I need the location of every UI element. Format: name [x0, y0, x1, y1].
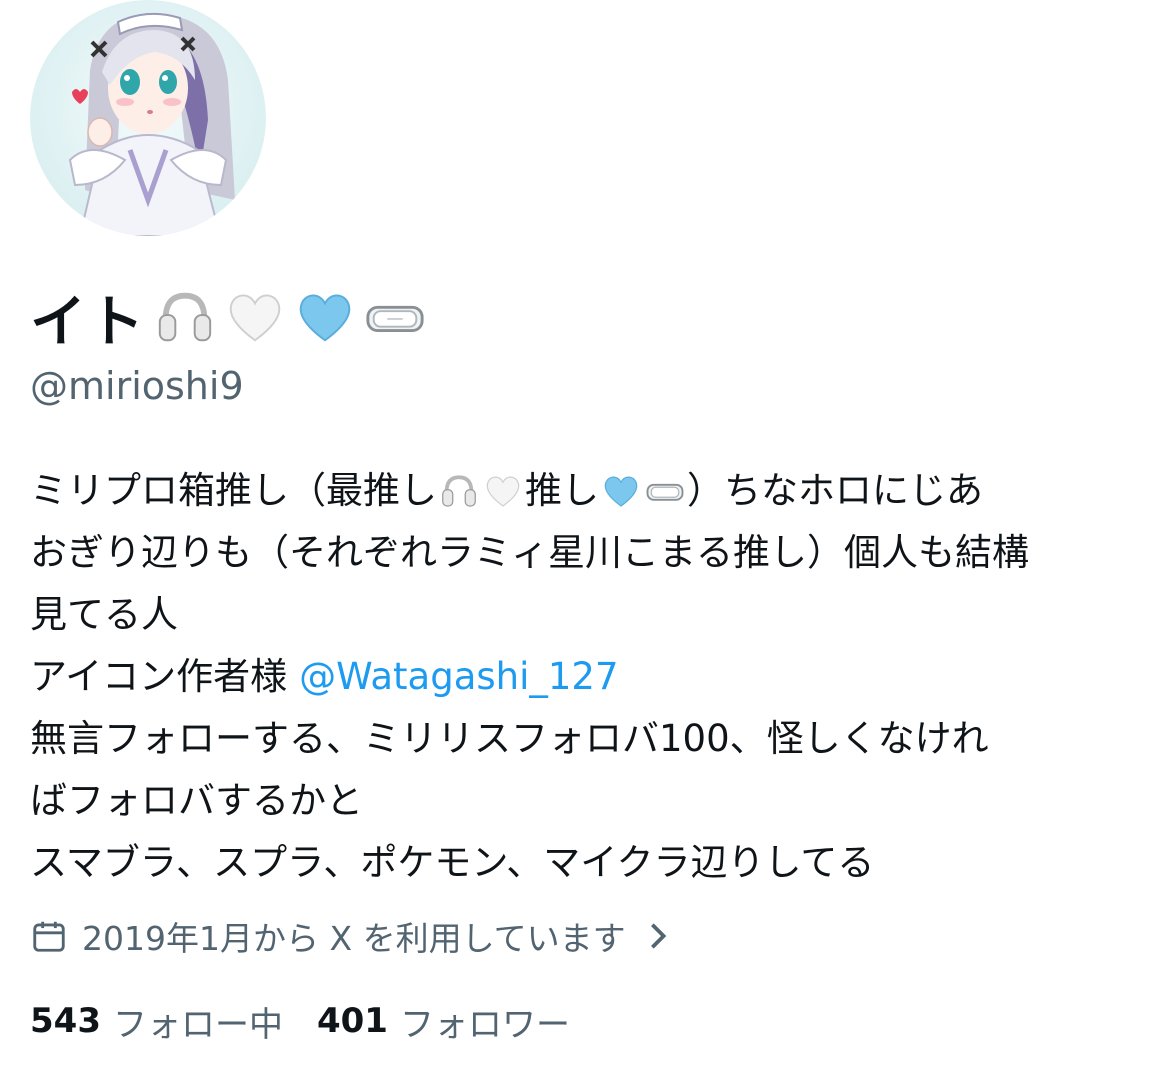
following-stat[interactable]: 543 フォロー中	[30, 997, 283, 1046]
bio-text: ）ちなホロにじあ	[687, 469, 983, 512]
bio-text: スマブラ、スプラ、ポケモン、マイクラ辺りしてる	[30, 841, 875, 884]
bio-text: おぎり辺りも（それぞれラミィ星川こまる推し）個人も結構	[30, 531, 1029, 574]
following-count: 543	[30, 1001, 101, 1041]
avatar[interactable]	[30, 0, 266, 236]
bio-line: 無言フォローする、ミリリスフォロバ100、怪しくなけれ	[30, 708, 1150, 770]
calendar-icon	[33, 921, 65, 952]
chevron-right-icon	[650, 923, 666, 949]
bio-line: アイコン作者様 @Watagashi_127	[30, 646, 1150, 708]
followers-stat[interactable]: 401 フォロワー	[317, 997, 570, 1046]
goggles-icon	[364, 286, 426, 348]
mention-link[interactable]: @Watagashi_127	[299, 646, 618, 708]
goggles-icon	[645, 471, 685, 511]
user-handle: @mirioshi9	[30, 364, 244, 408]
bio-text: 無言フォローする、ミリリスフォロバ100、怪しくなけれ	[30, 717, 989, 760]
follow-stats: 543 フォロー中 401 フォロワー	[30, 997, 604, 1046]
light-blue-heart-icon	[601, 471, 641, 511]
white-heart-icon	[224, 286, 286, 348]
bio-line: ばフォロバするかと	[30, 770, 1150, 832]
bio-line: ミリプロ箱推し（最推し 推し ）ちなホロにじあ	[30, 460, 1150, 522]
bio-line: スマブラ、スプラ、ポケモン、マイクラ辺りしてる	[30, 832, 1150, 894]
followers-label: フォロワー	[399, 1004, 570, 1045]
bio-text: ミリプロ箱推し（最推し	[30, 469, 437, 512]
display-name-row: イト	[30, 284, 426, 355]
bio-text: ばフォロバするかと	[30, 779, 363, 822]
bio-line: 見てる人	[30, 584, 1150, 646]
joined-text: 2019年1月から X を利用しています	[82, 919, 626, 958]
bio-text: 推し	[525, 469, 599, 512]
white-heart-icon	[483, 471, 523, 511]
light-blue-heart-icon	[294, 286, 356, 348]
bio: ミリプロ箱推し（最推し 推し ）ちなホロにじあ おぎり辺りも（それぞれラミィ星川…	[30, 460, 1150, 894]
display-name: イト	[30, 289, 146, 355]
bio-line: おぎり辺りも（それぞれラミィ星川こまる推し）個人も結構	[30, 522, 1150, 584]
avatar-illustration	[30, 0, 266, 236]
followers-count: 401	[316, 1001, 388, 1041]
headphones-icon	[439, 471, 479, 511]
bio-text: 見てる人	[30, 593, 178, 636]
headphones-icon	[154, 286, 216, 348]
joined-date-row[interactable]: 2019年1月から X を利用しています	[30, 912, 670, 960]
following-label: フォロー中	[112, 1004, 283, 1045]
bio-text: アイコン作者様	[30, 655, 288, 698]
